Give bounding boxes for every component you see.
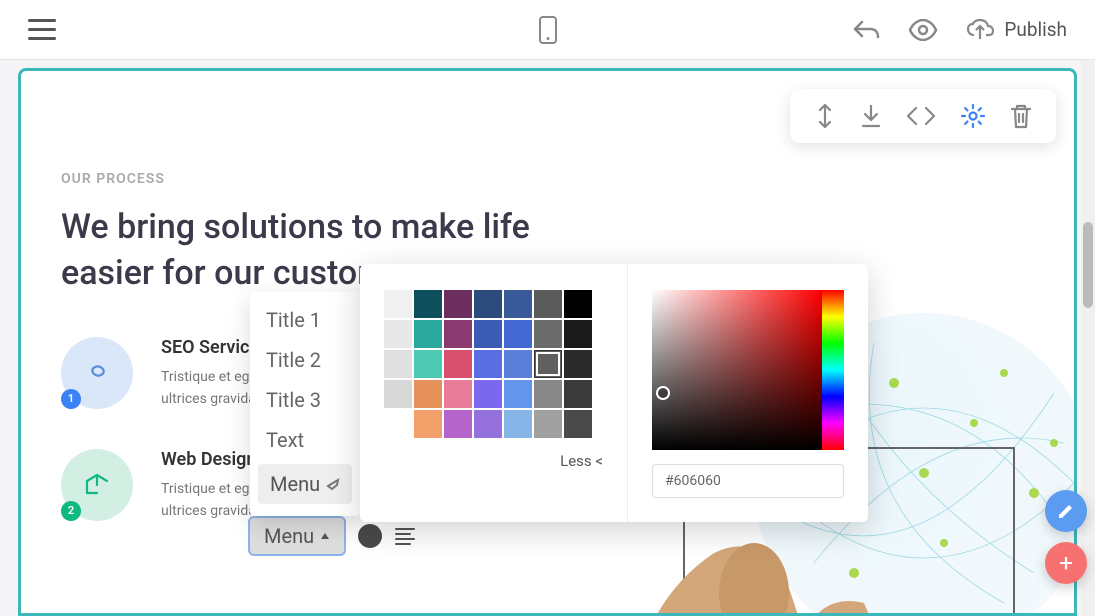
color-swatch[interactable] [564,320,592,348]
add-fab[interactable]: + [1045,542,1087,584]
align-icon[interactable] [394,527,416,545]
color-swatch[interactable] [474,410,502,438]
edit-fab[interactable] [1045,490,1087,532]
color-swatch[interactable] [534,320,562,348]
color-swatch[interactable] [384,320,412,348]
feature-icon: 1 [61,337,133,409]
color-swatches [384,290,603,438]
publish-button[interactable]: Publish [966,18,1067,41]
top-toolbar: Publish [0,0,1095,60]
color-swatch[interactable] [564,380,592,408]
menu-dropdown-button[interactable]: Menu [248,516,346,556]
preview-eye-icon[interactable] [908,19,938,41]
move-icon[interactable] [814,103,836,129]
dropdown-option[interactable]: Title 1 [250,300,360,340]
mobile-preview-icon[interactable] [539,16,557,44]
color-swatch[interactable] [414,380,442,408]
color-swatch[interactable] [504,350,532,378]
text-format-bar: Menu [248,516,416,556]
feature-icon: 2 [61,449,133,521]
color-swatch[interactable] [474,350,502,378]
dropdown-menu-item[interactable]: Menu [258,464,352,504]
section-eyebrow: OUR PROCESS [61,171,1034,187]
color-swatch[interactable] [474,380,502,408]
feature-badge: 1 [61,389,81,409]
hue-slider[interactable] [822,290,844,450]
color-swatch[interactable] [444,350,472,378]
color-swatch[interactable] [504,320,532,348]
section-toolbar [790,89,1056,143]
dropdown-option[interactable]: Title 2 [250,340,360,380]
color-picker-panel: Less < [360,264,868,522]
color-swatch[interactable] [534,290,562,318]
color-swatch[interactable] [564,290,592,318]
code-icon[interactable] [906,105,936,127]
feature-badge: 2 [61,501,81,521]
color-swatch[interactable] [444,380,472,408]
color-swatch[interactable] [504,290,532,318]
color-swatch[interactable] [534,410,562,438]
dropdown-menu-label: Menu [270,472,320,496]
color-swatch[interactable] [474,320,502,348]
color-swatch[interactable] [504,380,532,408]
color-swatch[interactable] [444,290,472,318]
color-swatch[interactable] [414,320,442,348]
undo-icon[interactable] [852,18,880,42]
download-icon[interactable] [860,104,882,128]
color-swatch[interactable] [384,350,412,378]
color-swatch[interactable] [534,350,562,378]
trash-icon[interactable] [1010,103,1032,129]
color-swatch[interactable] [384,380,412,408]
color-swatch[interactable] [534,380,562,408]
color-swatch[interactable] [564,350,592,378]
dropdown-option[interactable]: Title 3 [250,380,360,420]
publish-label: Publish [1004,18,1067,41]
settings-gear-icon[interactable] [960,103,986,129]
color-swatch[interactable] [414,410,442,438]
page-scrollbar[interactable] [1081,60,1095,616]
color-swatch[interactable] [384,290,412,318]
color-gradient[interactable] [652,290,822,450]
dropdown-option[interactable]: Text [250,420,360,460]
less-toggle[interactable]: Less < [384,452,603,470]
color-swatch[interactable] [504,410,532,438]
color-swatch[interactable] [414,350,442,378]
color-swatch[interactable] [384,410,412,438]
color-swatch[interactable] [444,410,472,438]
menu-hamburger-icon[interactable] [28,19,56,40]
menu-button-label: Menu [264,524,314,548]
text-color-button[interactable] [358,524,382,548]
heading-dropdown: Title 1Title 2Title 3Text Menu [250,292,360,516]
color-swatch[interactable] [414,290,442,318]
hex-input[interactable] [652,464,844,498]
color-swatch[interactable] [444,320,472,348]
color-swatch[interactable] [564,410,592,438]
color-swatch[interactable] [474,290,502,318]
